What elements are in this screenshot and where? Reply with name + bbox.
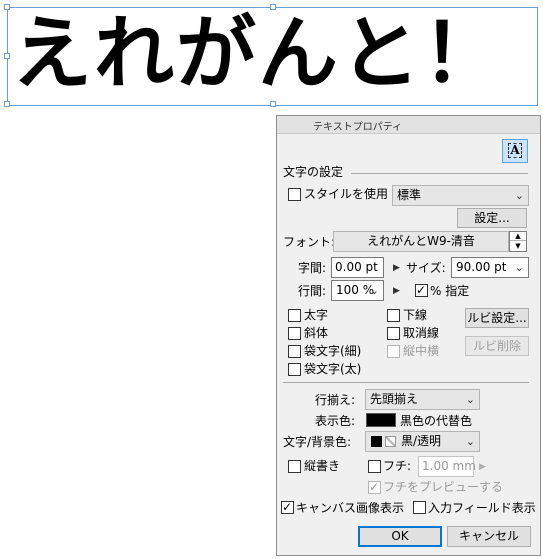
display-color-value: 黒色の代替色 [400, 414, 473, 428]
resize-handle-bottom-left[interactable] [4, 101, 10, 107]
edge-width-input[interactable]: 1.00 mm [418, 456, 476, 477]
text-bg-color-value: 黒/透明 [401, 434, 442, 448]
size-select-value: 90.00 pt [456, 260, 507, 274]
outline-thick-label: 袋文字(太) [304, 362, 362, 376]
alignment-select[interactable]: 先頭揃え ⌄ [365, 389, 480, 410]
preview-edge-checkbox[interactable] [368, 479, 381, 495]
vertical-writing-checkbox[interactable] [288, 460, 301, 473]
char-spacing-arrow-icon[interactable]: ▶ [393, 263, 400, 273]
strikethrough-label: 取消線 [403, 326, 440, 340]
ruby-delete-button[interactable]: ルビ削除 [465, 336, 529, 356]
resize-handle-middle-left[interactable] [4, 53, 10, 59]
percent-spec-checkbox[interactable] [415, 282, 428, 298]
ok-button[interactable]: OK [358, 526, 442, 547]
canvas-image-checkbox[interactable] [281, 499, 294, 515]
text-frame-toggle-button[interactable]: A [502, 139, 528, 163]
italic-checkbox[interactable] [288, 327, 301, 340]
spin-down-icon[interactable]: ▼ [510, 242, 526, 251]
input-field-label: 入力フィールド表示 [428, 501, 536, 515]
edge-label: フチ: [383, 459, 412, 473]
chevron-down-icon: ⌄ [465, 435, 475, 448]
bold-checkbox[interactable] [288, 309, 301, 322]
text-bg-color-label: 文字/背景色: [283, 435, 352, 449]
char-spacing-label: 字間: [298, 261, 327, 275]
text-settings-heading: 文字の設定 [283, 165, 344, 179]
bold-label: 太字 [304, 308, 329, 322]
char-spacing-input[interactable]: 0.00 pt [331, 257, 384, 278]
text-color-swatch [371, 436, 382, 447]
tate-chu-yoko-label: 縦中横 [403, 344, 440, 358]
outline-thin-checkbox[interactable] [288, 345, 301, 358]
underline-label: 下線 [403, 308, 428, 322]
strikethrough-checkbox[interactable] [387, 327, 400, 340]
text-bg-color-select[interactable]: 黒/透明 ⌄ [365, 431, 480, 452]
canvas-text: えれがんと！ [12, 7, 504, 100]
font-label: フォント: [283, 235, 336, 249]
preview-edge-label: フチをプレビューする [383, 480, 504, 494]
spin-up-icon[interactable]: ▲ [510, 232, 526, 241]
style-select[interactable]: 標準 ⌄ [392, 185, 529, 206]
italic-label: 斜体 [304, 326, 329, 340]
style-select-value: 標準 [397, 188, 422, 202]
edge-checkbox[interactable] [368, 460, 381, 473]
font-select[interactable]: えれがんとW9-清音 [333, 231, 509, 252]
resize-handle-top-left[interactable] [4, 4, 10, 10]
outline-thick-checkbox[interactable] [288, 363, 301, 376]
display-color-label: 表示色: [315, 414, 356, 428]
use-style-label: スタイルを使用 [304, 187, 389, 201]
line-spacing-label: 行間: [298, 284, 327, 298]
transparent-swatch-icon [385, 436, 396, 447]
size-label: サイズ: [406, 261, 446, 275]
text-properties-dialog: テキストプロパティ A 文字の設定 スタイルを使用 標準 ⌄ 設定... フォン… [276, 115, 541, 556]
line-spacing-value: 100 % [336, 283, 375, 297]
line-spacing-select[interactable]: 100 % ⌄ [331, 280, 384, 301]
percent-spec-label: % 指定 [430, 284, 470, 298]
dialog-titlebar[interactable]: テキストプロパティ [277, 116, 540, 134]
dialog-title: テキストプロパティ [313, 122, 403, 133]
input-field-checkbox[interactable] [413, 501, 426, 514]
underline-checkbox[interactable] [387, 309, 400, 322]
canvas-image-label: キャンバス画像表示 [296, 501, 405, 515]
chevron-down-icon: ⌄ [369, 284, 379, 297]
font-spinner[interactable]: ▲ ▼ [509, 231, 527, 252]
chevron-down-icon: ⌄ [514, 261, 524, 274]
font-select-value: えれがんとW9-清音 [367, 234, 475, 248]
outline-thin-label: 袋文字(細) [304, 344, 362, 358]
vertical-writing-label: 縦書き [304, 459, 341, 473]
alignment-label: 行揃え: [315, 393, 356, 407]
alignment-value: 先頭揃え [370, 392, 419, 406]
cancel-button[interactable]: キャンセル [447, 526, 531, 547]
size-select[interactable]: 90.00 pt ⌄ [451, 257, 529, 278]
edge-arrow-icon[interactable]: ▶ [479, 462, 486, 472]
use-style-checkbox[interactable] [288, 188, 301, 201]
chevron-down-icon: ⌄ [465, 393, 475, 406]
display-color-swatch[interactable] [366, 413, 396, 427]
chevron-down-icon: ⌄ [514, 189, 524, 202]
section-divider [351, 173, 528, 174]
text-frame-icon: A [508, 143, 522, 158]
style-settings-button[interactable]: 設定... [457, 208, 527, 228]
line-spacing-arrow-icon[interactable]: ▶ [393, 286, 400, 296]
ruby-settings-button[interactable]: ルビ設定... [465, 308, 529, 328]
section-divider [283, 382, 529, 383]
tate-chu-yoko-checkbox[interactable] [387, 345, 400, 358]
